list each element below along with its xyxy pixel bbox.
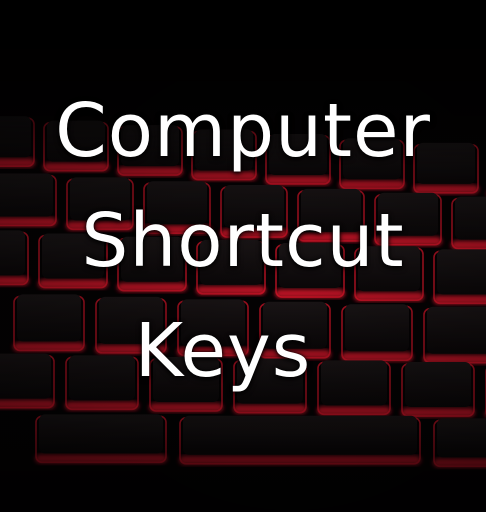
title-line-computer: Computer [55, 88, 431, 174]
key-cap [39, 414, 163, 454]
thumbnail-image: Computer Shortcut Keys [0, 0, 486, 512]
key-cap [437, 418, 486, 458]
title-line-shortcut: Shortcut [81, 198, 405, 284]
key-cap [183, 415, 417, 455]
title-line-keys: Keys [134, 308, 312, 394]
